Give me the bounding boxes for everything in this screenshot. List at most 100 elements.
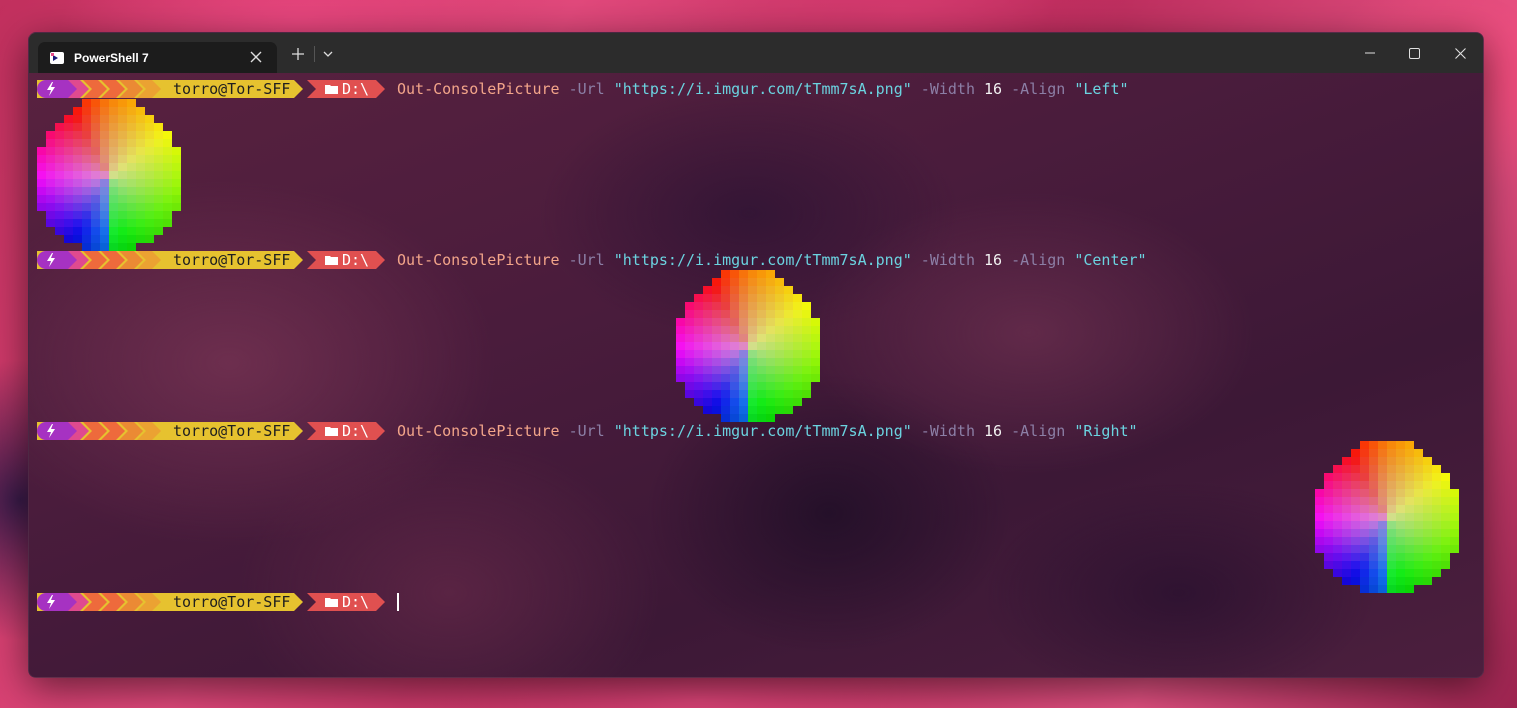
pixel: [1387, 577, 1396, 585]
pixel: [100, 211, 109, 219]
pixel: [145, 195, 154, 203]
pixel: [703, 302, 712, 310]
pixel: [1342, 465, 1351, 473]
pixel: [784, 358, 793, 366]
pixel: [1405, 545, 1414, 553]
pixel: [82, 163, 91, 171]
plus-icon[interactable]: [289, 45, 307, 63]
current-prompt-line[interactable]: torro@Tor-SFF D:\: [37, 592, 399, 612]
pixel: [154, 139, 163, 147]
pixel: [1333, 513, 1342, 521]
pixel: [1315, 513, 1324, 521]
pixel: [1387, 561, 1396, 569]
pixel: [1360, 505, 1369, 513]
pixel: [1387, 529, 1396, 537]
pixel: [1396, 449, 1405, 457]
pixel: [109, 195, 118, 203]
pixel: [721, 334, 730, 342]
pixel: [712, 278, 721, 286]
pixel: [766, 302, 775, 310]
pixel: [64, 235, 73, 243]
pixel: [739, 350, 748, 358]
pixel: [172, 187, 181, 195]
close-icon[interactable]: [1437, 39, 1483, 67]
pixel: [1342, 521, 1351, 529]
powershell-icon: [49, 50, 65, 66]
pixel: [64, 219, 73, 227]
pixel: [775, 318, 784, 326]
pixel: [1414, 481, 1423, 489]
prompt: torro@Tor-SFF D:\: [37, 592, 387, 612]
pixel: [1387, 545, 1396, 553]
lightning-icon: [47, 82, 55, 96]
pixel: [685, 302, 694, 310]
pixel: [694, 342, 703, 350]
pixel: [163, 147, 172, 155]
pixel: [1333, 537, 1342, 545]
lightning-icon: [47, 595, 55, 609]
pixel: [109, 235, 118, 243]
pixel: [100, 219, 109, 227]
pixel: [802, 374, 811, 382]
pixel: [109, 155, 118, 163]
align-value: "Center": [1074, 251, 1147, 269]
pixel: [1378, 529, 1387, 537]
pixel: [172, 171, 181, 179]
pixel: [721, 310, 730, 318]
pixel: [127, 203, 136, 211]
pixel: [757, 390, 766, 398]
pixel: [1423, 577, 1432, 585]
command-name: Out-ConsolePicture: [397, 251, 560, 269]
chevron-down-icon[interactable]: [319, 45, 337, 63]
minimize-icon[interactable]: [1347, 39, 1393, 67]
pixel: [91, 179, 100, 187]
pixel: [172, 147, 181, 155]
url-value: "https://i.imgur.com/tTmm7sA.png": [613, 251, 912, 269]
pixel: [721, 390, 730, 398]
pixel: [703, 366, 712, 374]
pixel: [1405, 465, 1414, 473]
pixel: [1414, 489, 1423, 497]
pixel: [154, 163, 163, 171]
pixel: [685, 390, 694, 398]
pixel: [127, 195, 136, 203]
maximize-icon[interactable]: [1391, 39, 1437, 67]
pixel: [1423, 473, 1432, 481]
pixel: [1423, 497, 1432, 505]
pixel: [100, 195, 109, 203]
terminal-content[interactable]: torro@Tor-SFF D:\ Out-ConsolePicture -Ur…: [29, 73, 1483, 677]
pixel: [1441, 545, 1450, 553]
pixel: [1378, 441, 1387, 449]
pixel: [1387, 569, 1396, 577]
pixel: [73, 123, 82, 131]
pixel: [703, 286, 712, 294]
pixel: [1387, 585, 1396, 593]
pixel: [91, 163, 100, 171]
pixel: [1432, 513, 1441, 521]
pixel: [136, 235, 145, 243]
pixel: [775, 406, 784, 414]
pixel: [784, 398, 793, 406]
pixel: [64, 131, 73, 139]
folder-icon: [325, 256, 338, 265]
pixel: [1378, 513, 1387, 521]
pixel: [145, 155, 154, 163]
pixel: [676, 350, 685, 358]
close-icon[interactable]: [247, 48, 265, 66]
pixel: [694, 350, 703, 358]
pixel: [694, 334, 703, 342]
pixel: [82, 203, 91, 211]
pixel: [55, 171, 64, 179]
tab-powershell[interactable]: PowerShell 7: [38, 42, 277, 73]
tab-title: PowerShell 7: [74, 50, 149, 65]
pixel: [1396, 545, 1405, 553]
pixel: [739, 382, 748, 390]
prompt-user: torro@Tor-SFF: [173, 80, 291, 98]
pixel: [1351, 457, 1360, 465]
pixel: [1351, 561, 1360, 569]
pixel: [1414, 473, 1423, 481]
pixel: [163, 219, 172, 227]
pixel: [1396, 473, 1405, 481]
pixel: [145, 115, 154, 123]
pixel: [811, 350, 820, 358]
